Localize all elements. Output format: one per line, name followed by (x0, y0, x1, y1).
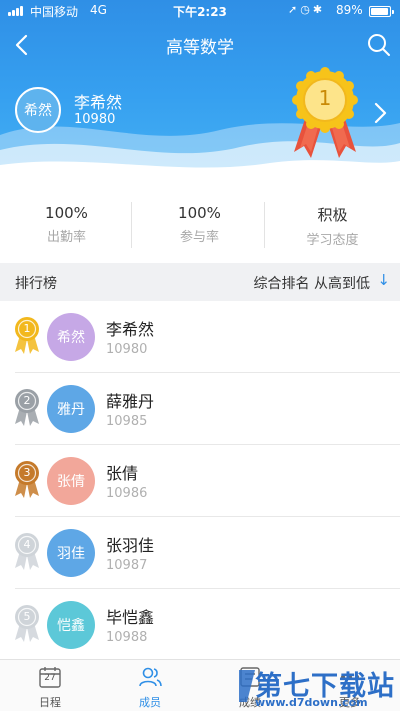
rank-number: 4 (23, 538, 31, 551)
my-student-id: 10980 (74, 112, 116, 127)
member-row[interactable]: 4 羽佳 张羽佳 10987 (0, 517, 400, 589)
member-id: 10986 (106, 486, 148, 501)
member-name: 张倩 (106, 464, 139, 483)
member-id: 10980 (106, 342, 148, 357)
sort-selector[interactable]: 综合排名 从高到低 (254, 273, 370, 293)
rank-medal-icon: 1 (12, 315, 42, 355)
rank-number: 3 (23, 466, 31, 479)
rank-number: 2 (23, 394, 31, 407)
calendar-day: 27 (44, 673, 56, 683)
sort-arrow-icon[interactable]: ↓ (377, 271, 390, 289)
member-row[interactable]: 3 张倩 张倩 10986 (0, 445, 400, 517)
member-id: 10985 (106, 414, 148, 429)
divider (131, 202, 132, 248)
avatar[interactable]: 羽佳 (47, 529, 95, 577)
rank-number: 1 (23, 322, 31, 335)
tab-members[interactable]: 成员 (100, 660, 200, 711)
my-name: 李希然 (74, 93, 123, 112)
rank-number: 5 (23, 610, 31, 623)
chevron-right-icon[interactable] (369, 99, 391, 127)
battery-percent: 89% (336, 3, 363, 17)
ranking-title: 排行榜 (15, 276, 57, 292)
stats-row: 100% 出勤率 100% 参与率 积极 学习态度 (0, 196, 400, 252)
member-id: 10987 (106, 558, 148, 573)
tab-label: 成员 (139, 696, 161, 709)
rank-medal-icon: 4 (12, 531, 42, 571)
course-header: 中国移动 4G 下午2:23 ➚◷✱ 89% 高等数学 希然 李希然 10980 (0, 0, 400, 175)
avatar[interactable]: 张倩 (47, 457, 95, 505)
stat-value: 积极 (317, 206, 348, 224)
tab-schedule[interactable]: 27 日程 (0, 660, 100, 711)
app-screen: 中国移动 4G 下午2:23 ➚◷✱ 89% 高等数学 希然 李希然 10980 (0, 0, 400, 711)
stat-participation: 100% 参与率 (133, 196, 266, 252)
first-place-medal-icon: 1 (284, 66, 366, 162)
my-avatar[interactable]: 希然 (15, 87, 61, 133)
rank-medal-icon: 3 (12, 459, 42, 499)
status-bar: 中国移动 4G 下午2:23 ➚◷✱ 89% (0, 0, 400, 22)
stat-value: 100% (178, 204, 221, 222)
tab-label: 日程 (39, 696, 61, 709)
nav-bar: 高等数学 (0, 28, 400, 62)
stat-label: 参与率 (179, 230, 219, 245)
page-title: 高等数学 (166, 38, 234, 58)
member-row[interactable]: 2 雅丹 薛雅丹 10985 (0, 373, 400, 445)
ranking-header: 排行榜 综合排名 从高到低 ↓ (0, 263, 400, 301)
avatar[interactable]: 希然 (47, 313, 95, 361)
stat-value: 100% (45, 204, 88, 222)
avatar[interactable]: 雅丹 (47, 385, 95, 433)
stat-attendance: 100% 出勤率 (0, 196, 133, 252)
member-name: 张羽佳 (106, 536, 155, 555)
status-icons: ➚◷✱ (288, 3, 326, 16)
search-icon[interactable] (366, 32, 392, 58)
members-icon (139, 667, 162, 687)
rank-medal-icon: 5 (12, 603, 42, 643)
watermark-url: www.d7down.com (255, 696, 368, 709)
battery-icon (369, 6, 394, 17)
member-name: 李希然 (106, 320, 155, 339)
member-name: 毕恺鑫 (106, 608, 155, 627)
rank-medal-icon: 2 (12, 387, 42, 427)
divider (264, 202, 265, 248)
member-row[interactable]: 5 恺鑫 毕恺鑫 10988 (0, 589, 400, 661)
avatar[interactable]: 恺鑫 (47, 601, 95, 649)
stat-attitude: 积极 学习态度 (266, 196, 399, 252)
watermark: 第七下载站 www.d7down.com (235, 664, 395, 710)
stat-label: 学习态度 (306, 233, 359, 248)
member-name: 薛雅丹 (106, 392, 155, 411)
first-place-number: 1 (318, 86, 332, 110)
member-id: 10988 (106, 630, 148, 645)
member-row[interactable]: 1 希然 李希然 10980 (0, 301, 400, 373)
stat-label: 出勤率 (46, 230, 86, 245)
